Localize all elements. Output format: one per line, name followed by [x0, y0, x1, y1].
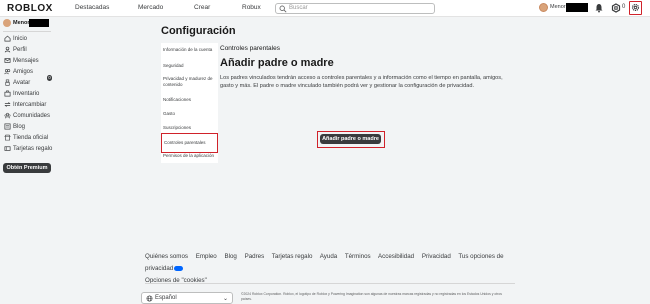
notifications-bell-icon[interactable] — [594, 3, 604, 13]
footer-link-gift-cards[interactable]: Tarjetas regalo — [272, 253, 313, 260]
nav-link-destacadas[interactable]: Destacadas — [75, 4, 109, 11]
footer-link-parents[interactable]: Padres — [245, 253, 265, 260]
blog-icon — [4, 123, 11, 130]
search-placeholder: Buscar — [289, 5, 308, 11]
sidebar-item-comunidades[interactable]: Comunidades — [4, 111, 54, 120]
globe-icon — [146, 295, 153, 302]
profile-icon — [4, 46, 11, 53]
sidebar-item-inventario[interactable]: Inventario — [4, 89, 54, 98]
sidebar-item-tienda-oficial[interactable]: Tienda oficial — [4, 133, 54, 142]
settings-tab-spending[interactable]: Gasto — [161, 111, 218, 117]
settings-tab-notifications[interactable]: Notificaciones — [161, 97, 218, 103]
sidebar-username: Menor — [13, 20, 30, 26]
inventory-icon — [4, 90, 11, 97]
language-select-value: Español — [155, 295, 177, 301]
get-premium-button[interactable]: Obtén Premium — [3, 163, 51, 173]
settings-tab-subscriptions[interactable]: Suscripciones — [161, 125, 218, 131]
gear-icon — [631, 3, 640, 12]
sidebar-item-tarjetas-regalo[interactable]: Tarjetas regalo — [4, 144, 54, 153]
avatar-icon — [5, 79, 10, 86]
settings-tab-security[interactable]: Seguridad — [161, 63, 218, 69]
section-description: Los padres vinculados tendrán acceso a c… — [220, 75, 503, 89]
add-parent-button[interactable]: Añadir padre o madre — [320, 134, 381, 144]
sidebar-item-mensajes[interactable]: Mensajes — [4, 56, 54, 65]
redacted-username-block — [29, 19, 49, 27]
sidebar-divider — [3, 31, 51, 32]
robux-icon[interactable] — [611, 3, 621, 13]
settings-tab-app-permissions[interactable]: Permisos de la aplicación — [161, 153, 218, 159]
settings-nav: Información de la cuenta Seguridad Priva… — [161, 43, 218, 163]
chevron-down-icon: ⌄ — [222, 296, 228, 302]
sidebar-item-perfil[interactable]: Perfil — [4, 45, 54, 54]
sidebar-user[interactable]: Menor — [3, 18, 30, 28]
footer-link-blog[interactable]: Blog — [224, 253, 236, 260]
nav-link-robux[interactable]: Robux — [242, 4, 261, 11]
footer-divider — [145, 283, 515, 284]
robux-balance: 0 — [622, 4, 626, 10]
page-title: Configuración — [161, 25, 236, 37]
footer-link-jobs[interactable]: Empleo — [196, 253, 217, 260]
privacy-choices-toggle-icon — [174, 265, 184, 271]
messages-icon — [4, 58, 11, 63]
sidebar-item-inicio[interactable]: Inicio — [4, 34, 54, 43]
footer-link-accessibility[interactable]: Accesibilidad — [378, 253, 414, 260]
nav-link-mercado[interactable]: Mercado — [138, 4, 163, 11]
add-parent-highlight: Añadir padre o madre — [317, 131, 385, 148]
sidebar-item-amigos[interactable]: Amigos — [4, 67, 54, 76]
friends-icon — [4, 69, 11, 75]
left-sidebar: Menor Inicio Perfil Mensajes 0 Amigos Av… — [0, 17, 54, 304]
language-select[interactable]: Español ⌄ — [141, 292, 233, 304]
footer-link-help[interactable]: Ayuda — [320, 253, 337, 260]
sidebar-item-avatar[interactable]: Avatar — [4, 78, 54, 87]
sidebar-item-blog[interactable]: Blog — [4, 122, 54, 131]
settings-tab-account-info[interactable]: Información de la cuenta — [161, 47, 218, 53]
avatar — [3, 19, 11, 27]
footer-links: Quiénes somos Empleo Blog Padres Tarjeta… — [145, 251, 515, 287]
sidebar-item-intercambiar[interactable]: Intercambiar — [4, 100, 54, 109]
home-icon — [4, 35, 11, 42]
footer-link-about[interactable]: Quiénes somos — [145, 253, 188, 260]
settings-gear-button[interactable] — [629, 1, 642, 15]
top-navigation-bar: ROBLOX Destacadas Mercado Crear Robux Bu… — [0, 0, 650, 17]
nav-link-crear[interactable]: Crear — [194, 4, 210, 11]
search-icon — [279, 5, 287, 13]
settings-tab-privacy[interactable]: Privacidad y madurez de contenido — [161, 76, 216, 87]
section-title: Controles parentales — [220, 45, 280, 52]
store-icon — [4, 134, 11, 141]
copyright-text: ©2024 Roblox Corporation. Roblox, el log… — [241, 292, 502, 301]
top-username[interactable]: Menor — [550, 4, 566, 10]
trade-icon — [4, 102, 11, 107]
gift-card-icon — [4, 146, 11, 151]
section-heading: Añadir padre o madre — [220, 57, 334, 69]
redacted-username-block — [566, 3, 588, 12]
search-input[interactable]: Buscar — [275, 3, 435, 14]
footer-link-privacy[interactable]: Privacidad — [422, 253, 451, 260]
avatar[interactable] — [539, 3, 548, 12]
settings-tab-parental-controls[interactable]: Controles parentales — [161, 133, 218, 153]
footer-link-terms[interactable]: Términos — [345, 253, 371, 260]
roblox-logo[interactable]: ROBLOX — [7, 3, 53, 14]
communities-icon — [4, 112, 11, 119]
